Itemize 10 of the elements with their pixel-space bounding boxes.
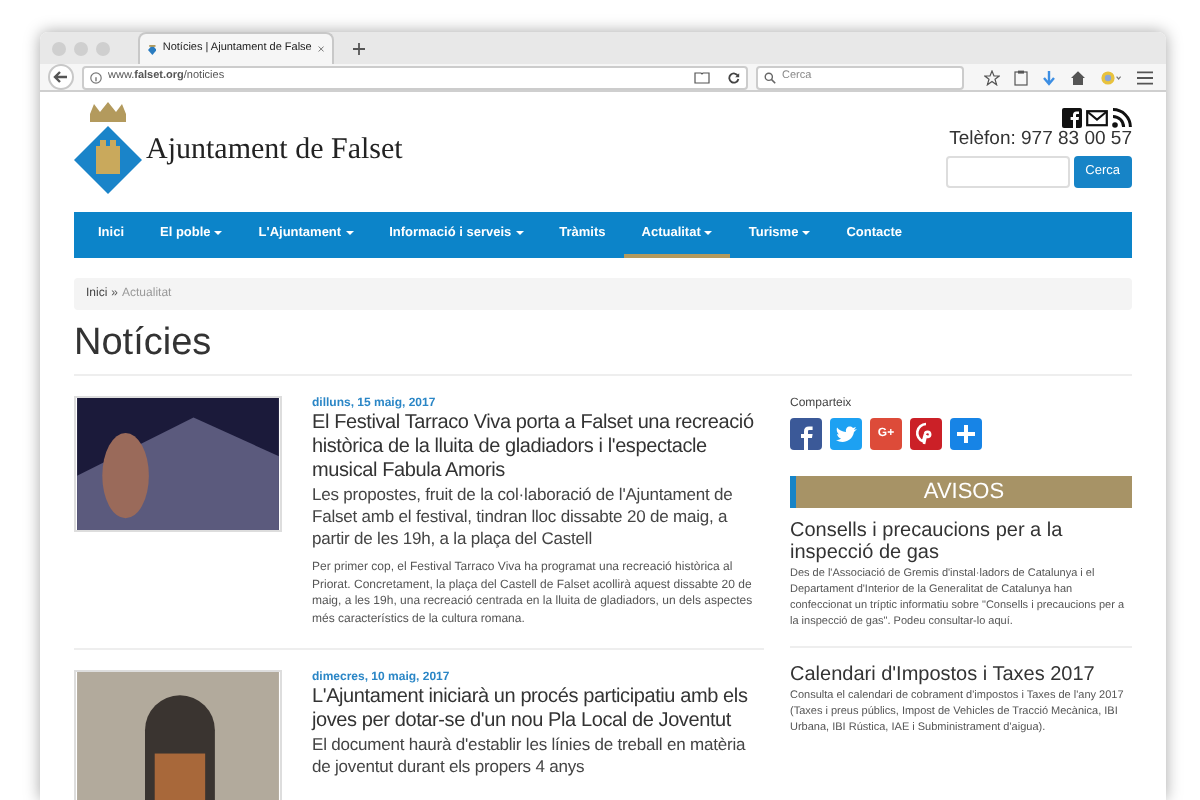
site-name[interactable]: Ajuntament de Falset <box>146 127 403 172</box>
notices-heading: AVISOS <box>790 476 1132 508</box>
article-subtitle: El document haurà d'establir les línies de treball en matèria de joventut durant els propers 4 anys <box>312 734 748 778</box>
article-title[interactable]: L'Ajuntament iniciarà un procés participatiu amb els joves per dotar-se d'un nou Pla Local de Joventut <box>312 686 764 734</box>
article-title[interactable]: El Festival Tarraco Viva porta a Falset una recreació històrica de la lluita de gladiadors i l'espectacle musical Fabula Amoris <box>312 412 764 484</box>
page-title: Notícies <box>74 322 214 366</box>
article-subtitle: Les propostes, fruit de la col·laboració de l'Ajuntament de Falset amb el festival, tindran lloc dissabte 20 de maig, a partir de les 19h, a la plaça del Castell <box>312 484 735 550</box>
notice-title[interactable]: Consells i precaucions per a la inspecció de gas <box>790 520 1132 564</box>
phone-number: Telèfon: 977 83 00 57 <box>949 128 1132 152</box>
notice-title[interactable]: Calendari d'Impostos i Taxes 2017 <box>790 664 1132 686</box>
